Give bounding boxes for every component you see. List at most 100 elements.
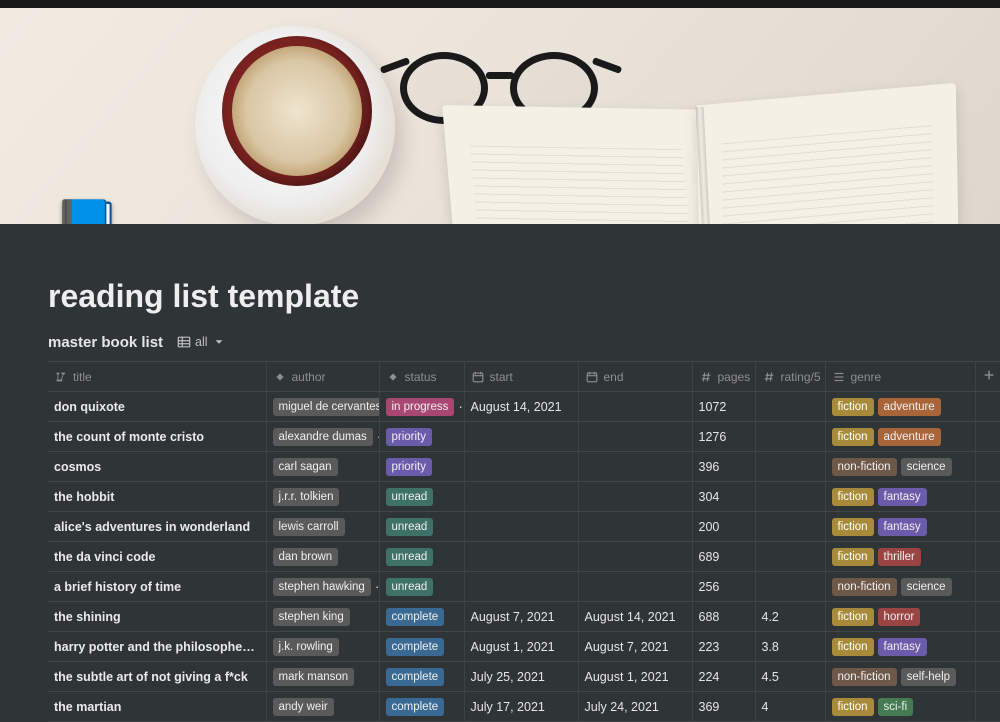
- table-row[interactable]: harry potter and the philosopher's stone…: [48, 632, 1000, 662]
- cell-genre[interactable]: fictionfantasy: [825, 512, 975, 542]
- column-header-genre[interactable]: genre: [825, 362, 975, 392]
- cell-empty[interactable]: [975, 572, 1000, 602]
- cell-rating[interactable]: 4: [755, 692, 825, 722]
- cell-pages[interactable]: 224: [692, 662, 755, 692]
- database-title[interactable]: master book list: [48, 334, 163, 351]
- cell-status[interactable]: unread: [379, 512, 464, 542]
- cell-end[interactable]: [578, 392, 692, 422]
- cell-pages[interactable]: 223: [692, 632, 755, 662]
- cell-author[interactable]: mark manson: [266, 662, 379, 692]
- table-row[interactable]: cosmoscarl saganpriority 396 non-fictionsc…: [48, 452, 1000, 482]
- cell-rating[interactable]: [755, 572, 825, 602]
- cell-pages[interactable]: 688: [692, 602, 755, 632]
- cell-title[interactable]: harry potter and the philosopher's stone: [48, 632, 266, 662]
- cell-title[interactable]: don quixote: [48, 392, 266, 422]
- table-row[interactable]: the martianandy weircompleteJuly 17, 202…: [48, 692, 1000, 722]
- cell-title[interactable]: cosmos: [48, 452, 266, 482]
- cell-rating[interactable]: 3.8: [755, 632, 825, 662]
- cell-end[interactable]: [578, 452, 692, 482]
- cell-rating[interactable]: [755, 392, 825, 422]
- cell-rating[interactable]: [755, 452, 825, 482]
- cell-empty[interactable]: [975, 632, 1000, 662]
- cell-status[interactable]: priority: [379, 422, 464, 452]
- cell-genre[interactable]: fictionfantasy: [825, 632, 975, 662]
- cell-status[interactable]: in progress: [379, 392, 464, 422]
- cell-rating[interactable]: [755, 512, 825, 542]
- cell-status[interactable]: unread: [379, 572, 464, 602]
- cell-empty[interactable]: [975, 662, 1000, 692]
- cell-genre[interactable]: non-fictionself-help: [825, 662, 975, 692]
- cell-start[interactable]: August 1, 2021: [464, 632, 578, 662]
- cell-rating[interactable]: 4.2: [755, 602, 825, 632]
- cell-end[interactable]: [578, 542, 692, 572]
- cell-author[interactable]: lewis carroll: [266, 512, 379, 542]
- cell-start[interactable]: August 14, 2021: [464, 392, 578, 422]
- cell-status[interactable]: complete: [379, 662, 464, 692]
- cell-author[interactable]: carl sagan: [266, 452, 379, 482]
- column-header-status[interactable]: status: [379, 362, 464, 392]
- cell-author[interactable]: dan brown: [266, 542, 379, 572]
- cell-genre[interactable]: non-fictionscience: [825, 452, 975, 482]
- cell-end[interactable]: August 14, 2021: [578, 602, 692, 632]
- cell-pages[interactable]: 256: [692, 572, 755, 602]
- table-row[interactable]: the shiningstephen kingcompleteAugust 7,…: [48, 602, 1000, 632]
- cell-author[interactable]: andy weir: [266, 692, 379, 722]
- page-cover[interactable]: 📘: [0, 8, 1000, 224]
- cell-end[interactable]: August 1, 2021: [578, 662, 692, 692]
- cell-empty[interactable]: [975, 392, 1000, 422]
- cell-status[interactable]: unread: [379, 482, 464, 512]
- cell-genre[interactable]: fictionsci-fi: [825, 692, 975, 722]
- cell-genre[interactable]: non-fictionscience: [825, 572, 975, 602]
- cell-empty[interactable]: [975, 602, 1000, 632]
- cell-empty[interactable]: [975, 482, 1000, 512]
- cell-title[interactable]: alice's adventures in wonderland: [48, 512, 266, 542]
- cell-pages[interactable]: 1276: [692, 422, 755, 452]
- cell-genre[interactable]: fictionhorror: [825, 602, 975, 632]
- cell-status[interactable]: priority: [379, 452, 464, 482]
- cell-author[interactable]: stephen hawking: [266, 572, 379, 602]
- cell-start[interactable]: [464, 542, 578, 572]
- table-row[interactable]: the hobbitj.r.r. tolkienunread304fiction…: [48, 482, 1000, 512]
- column-header-title[interactable]: title: [48, 362, 266, 392]
- cell-title[interactable]: the shining: [48, 602, 266, 632]
- cell-end[interactable]: August 7, 2021: [578, 632, 692, 662]
- column-header-rating[interactable]: rating/5: [755, 362, 825, 392]
- cell-empty[interactable]: [975, 512, 1000, 542]
- cell-author[interactable]: alexandre dumas: [266, 422, 379, 452]
- cell-pages[interactable]: 396: [692, 452, 755, 482]
- cell-end[interactable]: [578, 512, 692, 542]
- cell-status[interactable]: unread: [379, 542, 464, 572]
- cell-end[interactable]: [578, 482, 692, 512]
- cell-rating[interactable]: [755, 542, 825, 572]
- page-title[interactable]: reading list template: [48, 278, 952, 315]
- table-row[interactable]: the da vinci codedan brownunread689ficti…: [48, 542, 1000, 572]
- cell-genre[interactable]: fictionadventure: [825, 422, 975, 452]
- cell-start[interactable]: July 17, 2021: [464, 692, 578, 722]
- cell-title[interactable]: the count of monte cristo: [48, 422, 266, 452]
- table-row[interactable]: alice's adventures in wonderlandlewis ca…: [48, 512, 1000, 542]
- cell-author[interactable]: j.r.r. tolkien: [266, 482, 379, 512]
- cell-start[interactable]: [464, 572, 578, 602]
- column-header-end[interactable]: end: [578, 362, 692, 392]
- cell-pages[interactable]: 200: [692, 512, 755, 542]
- cell-pages[interactable]: 689: [692, 542, 755, 572]
- cell-genre[interactable]: fictionfantasy: [825, 482, 975, 512]
- cell-empty[interactable]: [975, 692, 1000, 722]
- view-picker[interactable]: all: [173, 333, 230, 351]
- cell-title[interactable]: the da vinci code: [48, 542, 266, 572]
- cell-genre[interactable]: fictionadventure: [825, 392, 975, 422]
- page-icon[interactable]: 📘: [52, 196, 122, 224]
- cell-author[interactable]: miguel de cervantes: [266, 392, 379, 422]
- cell-title[interactable]: the subtle art of not giving a f*ck: [48, 662, 266, 692]
- cell-pages[interactable]: 369: [692, 692, 755, 722]
- cell-start[interactable]: August 7, 2021: [464, 602, 578, 632]
- column-header-pages[interactable]: pages: [692, 362, 755, 392]
- table-row[interactable]: don quixotemiguel de cervantesin progres…: [48, 392, 1000, 422]
- column-header-author[interactable]: author: [266, 362, 379, 392]
- add-column-button[interactable]: [975, 362, 1000, 392]
- cell-end[interactable]: July 24, 2021: [578, 692, 692, 722]
- column-header-start[interactable]: start: [464, 362, 578, 392]
- cell-start[interactable]: [464, 482, 578, 512]
- cell-end[interactable]: [578, 572, 692, 602]
- cell-title[interactable]: a brief history of time: [48, 572, 266, 602]
